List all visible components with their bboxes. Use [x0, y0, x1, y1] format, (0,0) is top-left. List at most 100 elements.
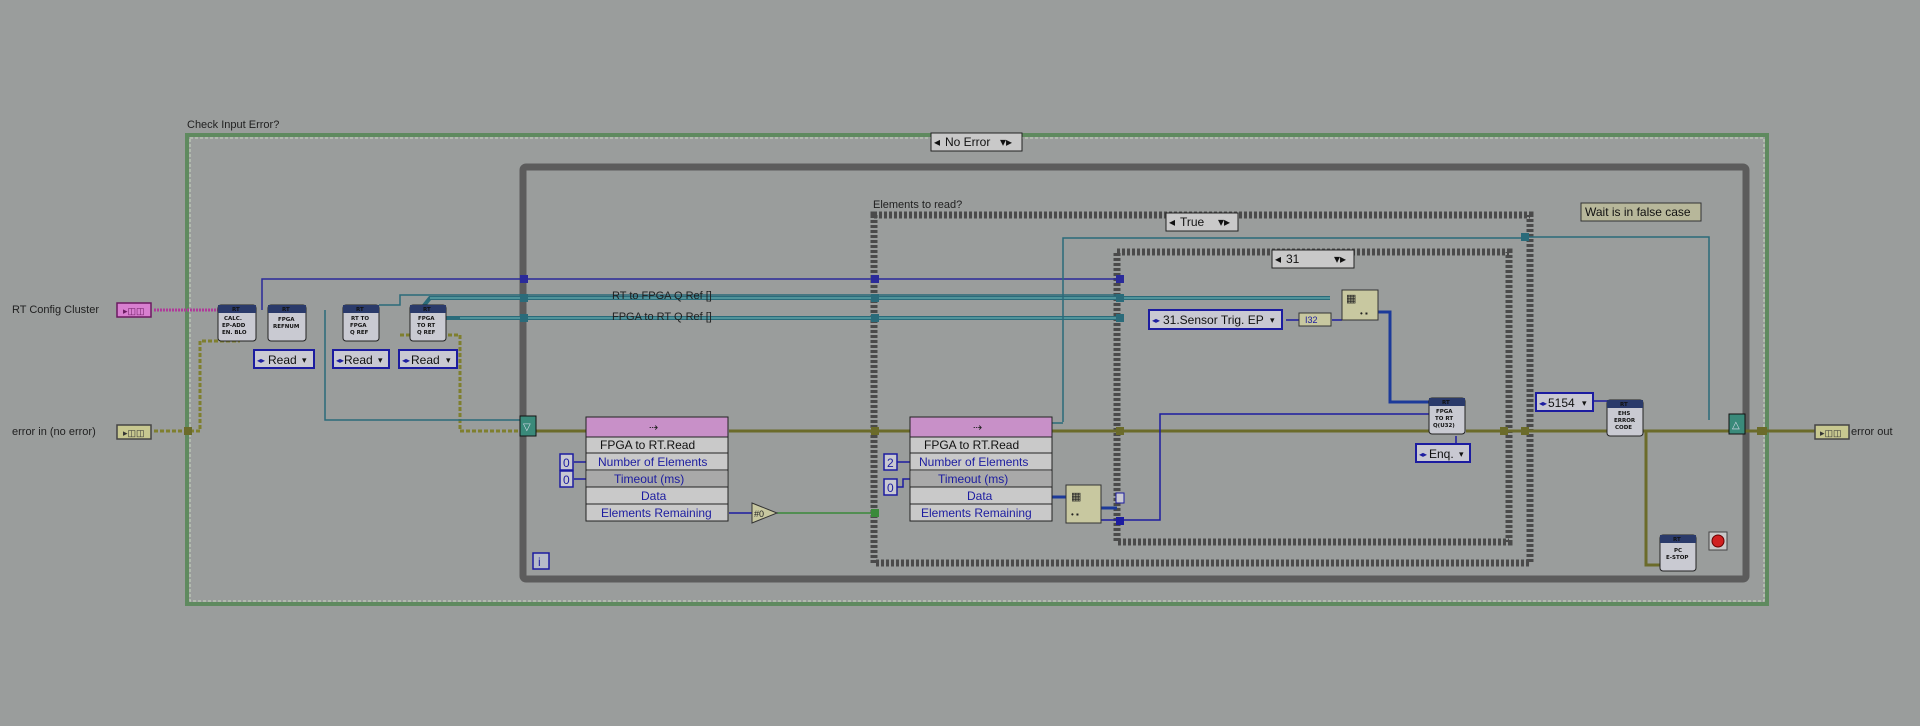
wire-label-fpga-to-rt: FPGA to RT Q Ref []: [612, 311, 712, 323]
svg-text:0: 0: [563, 456, 570, 470]
enum-enqueue[interactable]: ◂▸ Enq. ▾: [1415, 443, 1471, 463]
svg-text:error in (no error): error in (no error): [12, 426, 96, 438]
loop-index-terminal: [532, 552, 550, 570]
svg-text:▾: ▾: [446, 355, 451, 365]
svg-text:△: △: [1732, 420, 1740, 431]
svg-text:FPGA: FPGA: [350, 323, 367, 329]
svg-text:▾▸: ▾▸: [1334, 252, 1346, 266]
svg-text:Number of Elements: Number of Elements: [598, 455, 707, 469]
svg-text:◂: ◂: [1169, 215, 1175, 229]
svg-text:◂▸: ◂▸: [257, 356, 265, 365]
const-timeout-1[interactable]: 0: [559, 470, 574, 488]
svg-text:RT: RT: [356, 307, 364, 313]
svg-text:Wait is in false case: Wait is in false case: [1585, 205, 1691, 219]
svg-text:FPGA to RT.Read: FPGA to RT.Read: [924, 438, 1019, 452]
svg-text:FPGA: FPGA: [418, 316, 435, 322]
svg-text:RT: RT: [232, 307, 240, 313]
svg-text:▸◫◫: ▸◫◫: [123, 306, 145, 316]
enum-read-2[interactable]: ◂▸ Read ▾: [332, 349, 390, 369]
case-inner-selector[interactable]: ◂ True ▾▸: [1165, 212, 1239, 232]
svg-text:RT: RT: [282, 307, 290, 313]
svg-text:No Error: No Error: [945, 135, 990, 149]
svg-text:#0: #0: [754, 509, 764, 519]
svg-text:EP-ADD: EP-ADD: [222, 323, 246, 329]
svg-text:Timeout (ms): Timeout (ms): [938, 472, 1008, 486]
svg-text:Number of Elements: Number of Elements: [919, 455, 1028, 469]
method-node-fpga-to-rt-read-1[interactable]: ⇢ FPGA to RT.Read Number of Elements Tim…: [585, 416, 729, 522]
svg-text:error out: error out: [1851, 426, 1893, 438]
svg-text:EN. BLO: EN. BLO: [222, 330, 247, 336]
svg-text:▾: ▾: [1459, 449, 1464, 459]
svg-text:RT: RT: [1442, 400, 1450, 406]
svg-text:FPGA: FPGA: [278, 317, 295, 323]
build-array-node[interactable]: ▦ • ▪: [1341, 289, 1379, 321]
svg-text:Timeout (ms): Timeout (ms): [614, 472, 684, 486]
svg-text:Read: Read: [268, 353, 297, 367]
svg-text:◂: ◂: [1275, 252, 1281, 266]
error-in-control[interactable]: error in (no error) ▸◫◫: [12, 424, 152, 440]
svg-text:• ▪: • ▪: [1071, 510, 1079, 519]
case-structure-31[interactable]: [1113, 248, 1513, 546]
svg-text:◂: ◂: [934, 135, 940, 149]
svg-text:◂▸: ◂▸: [1539, 399, 1547, 408]
ring-error-code-5154[interactable]: ◂▸ 5154 ▾: [1535, 392, 1594, 412]
rt-config-cluster-control[interactable]: RT Config Cluster ▸◫◫: [12, 302, 152, 318]
enum-read-3[interactable]: ◂▸ Read ▾: [398, 349, 458, 369]
subvi-fpga-to-rt-qref[interactable]: RT FPGA TO RT Q REF: [409, 304, 447, 342]
svg-text:RT: RT: [423, 307, 431, 313]
svg-text:0: 0: [563, 473, 570, 487]
subvi-fpga-refnum[interactable]: RT FPGA REFNUM: [267, 304, 307, 342]
subvi-rt-to-fpga-qref[interactable]: RT RT TO FPGA Q REF: [342, 304, 380, 342]
case-outer-selector[interactable]: ◂ No Error ▾▸: [930, 132, 1023, 152]
stop-icon[interactable]: [1708, 531, 1728, 551]
svg-text:Q(U32): Q(U32): [1433, 423, 1455, 429]
svg-text:Q REF: Q REF: [350, 330, 369, 336]
case-31-selector[interactable]: ◂ 31 ▾▸: [1271, 249, 1355, 269]
compare-not-equal-zero[interactable]: #0: [751, 502, 779, 524]
subvi-pc-estop[interactable]: RT PC E-STOP: [1659, 534, 1697, 572]
svg-text:ERROR: ERROR: [1614, 418, 1636, 424]
case-inner-title: Elements to read?: [873, 199, 962, 211]
svg-text:◂▸: ◂▸: [1419, 450, 1427, 459]
wire-label-rt-to-fpga: RT to FPGA Q Ref []: [612, 290, 712, 302]
note-wait-false-case: Wait is in false case: [1580, 202, 1702, 222]
svg-text:RT: RT: [1620, 402, 1628, 408]
svg-text:RT TO: RT TO: [351, 316, 369, 322]
svg-text:Read: Read: [411, 353, 440, 367]
svg-text:▾: ▾: [1582, 398, 1587, 408]
svg-text:True: True: [1180, 215, 1205, 229]
svg-text:0: 0: [887, 481, 894, 495]
svg-text:▸◫◫: ▸◫◫: [123, 428, 145, 438]
svg-text:◂▸: ◂▸: [336, 356, 344, 365]
svg-text:Data: Data: [641, 489, 667, 503]
svg-text:I32: I32: [1305, 315, 1318, 325]
svg-text:⇢: ⇢: [973, 422, 982, 434]
svg-text:Enq.: Enq.: [1429, 447, 1454, 461]
svg-text:Elements Remaining: Elements Remaining: [921, 506, 1032, 520]
shift-register-right: △: [1728, 413, 1746, 435]
enum-read-1[interactable]: ◂▸ Read ▾: [253, 349, 315, 369]
svg-text:CALC.: CALC.: [224, 316, 242, 322]
svg-text:FPGA to RT.Read: FPGA to RT.Read: [600, 438, 695, 452]
svg-text:Read: Read: [344, 353, 373, 367]
svg-text:Q REF: Q REF: [417, 330, 436, 336]
svg-text:REFNUM: REFNUM: [273, 324, 299, 330]
subvi-fpga-to-rt-q-u32[interactable]: RT FPGA TO RT Q(U32): [1428, 397, 1466, 435]
svg-text:▦: ▦: [1346, 293, 1356, 305]
const-num-elements-1[interactable]: 0: [559, 453, 574, 471]
svg-text:TO RT: TO RT: [1435, 416, 1453, 422]
method-node-fpga-to-rt-read-2[interactable]: ⇢ FPGA to RT.Read Number of Elements Tim…: [909, 416, 1053, 522]
shift-register-left: ▽: [519, 415, 537, 437]
svg-text:TO RT: TO RT: [417, 323, 435, 329]
subvi-ehs-error-code[interactable]: RT EHS ERROR CODE: [1606, 399, 1644, 437]
svg-text:⇢: ⇢: [649, 422, 658, 434]
const-timeout-2[interactable]: 0: [883, 478, 898, 496]
svg-text:31.Sensor Trig. EP: 31.Sensor Trig. EP: [1163, 313, 1264, 327]
enum-sensor-trig-ep[interactable]: ◂▸ 31.Sensor Trig. EP ▾: [1148, 309, 1283, 330]
subvi-calc-ep-addr[interactable]: RT CALC. EP-ADD EN. BLO: [217, 304, 257, 342]
const-num-elements-2[interactable]: 2: [883, 453, 898, 471]
svg-text:31: 31: [1286, 252, 1300, 266]
block-diagram: Check Input Error? ◂ No Error ▾▸ i Eleme…: [12, 119, 1893, 606]
svg-text:2: 2: [887, 456, 894, 470]
svg-text:▽: ▽: [523, 422, 531, 433]
